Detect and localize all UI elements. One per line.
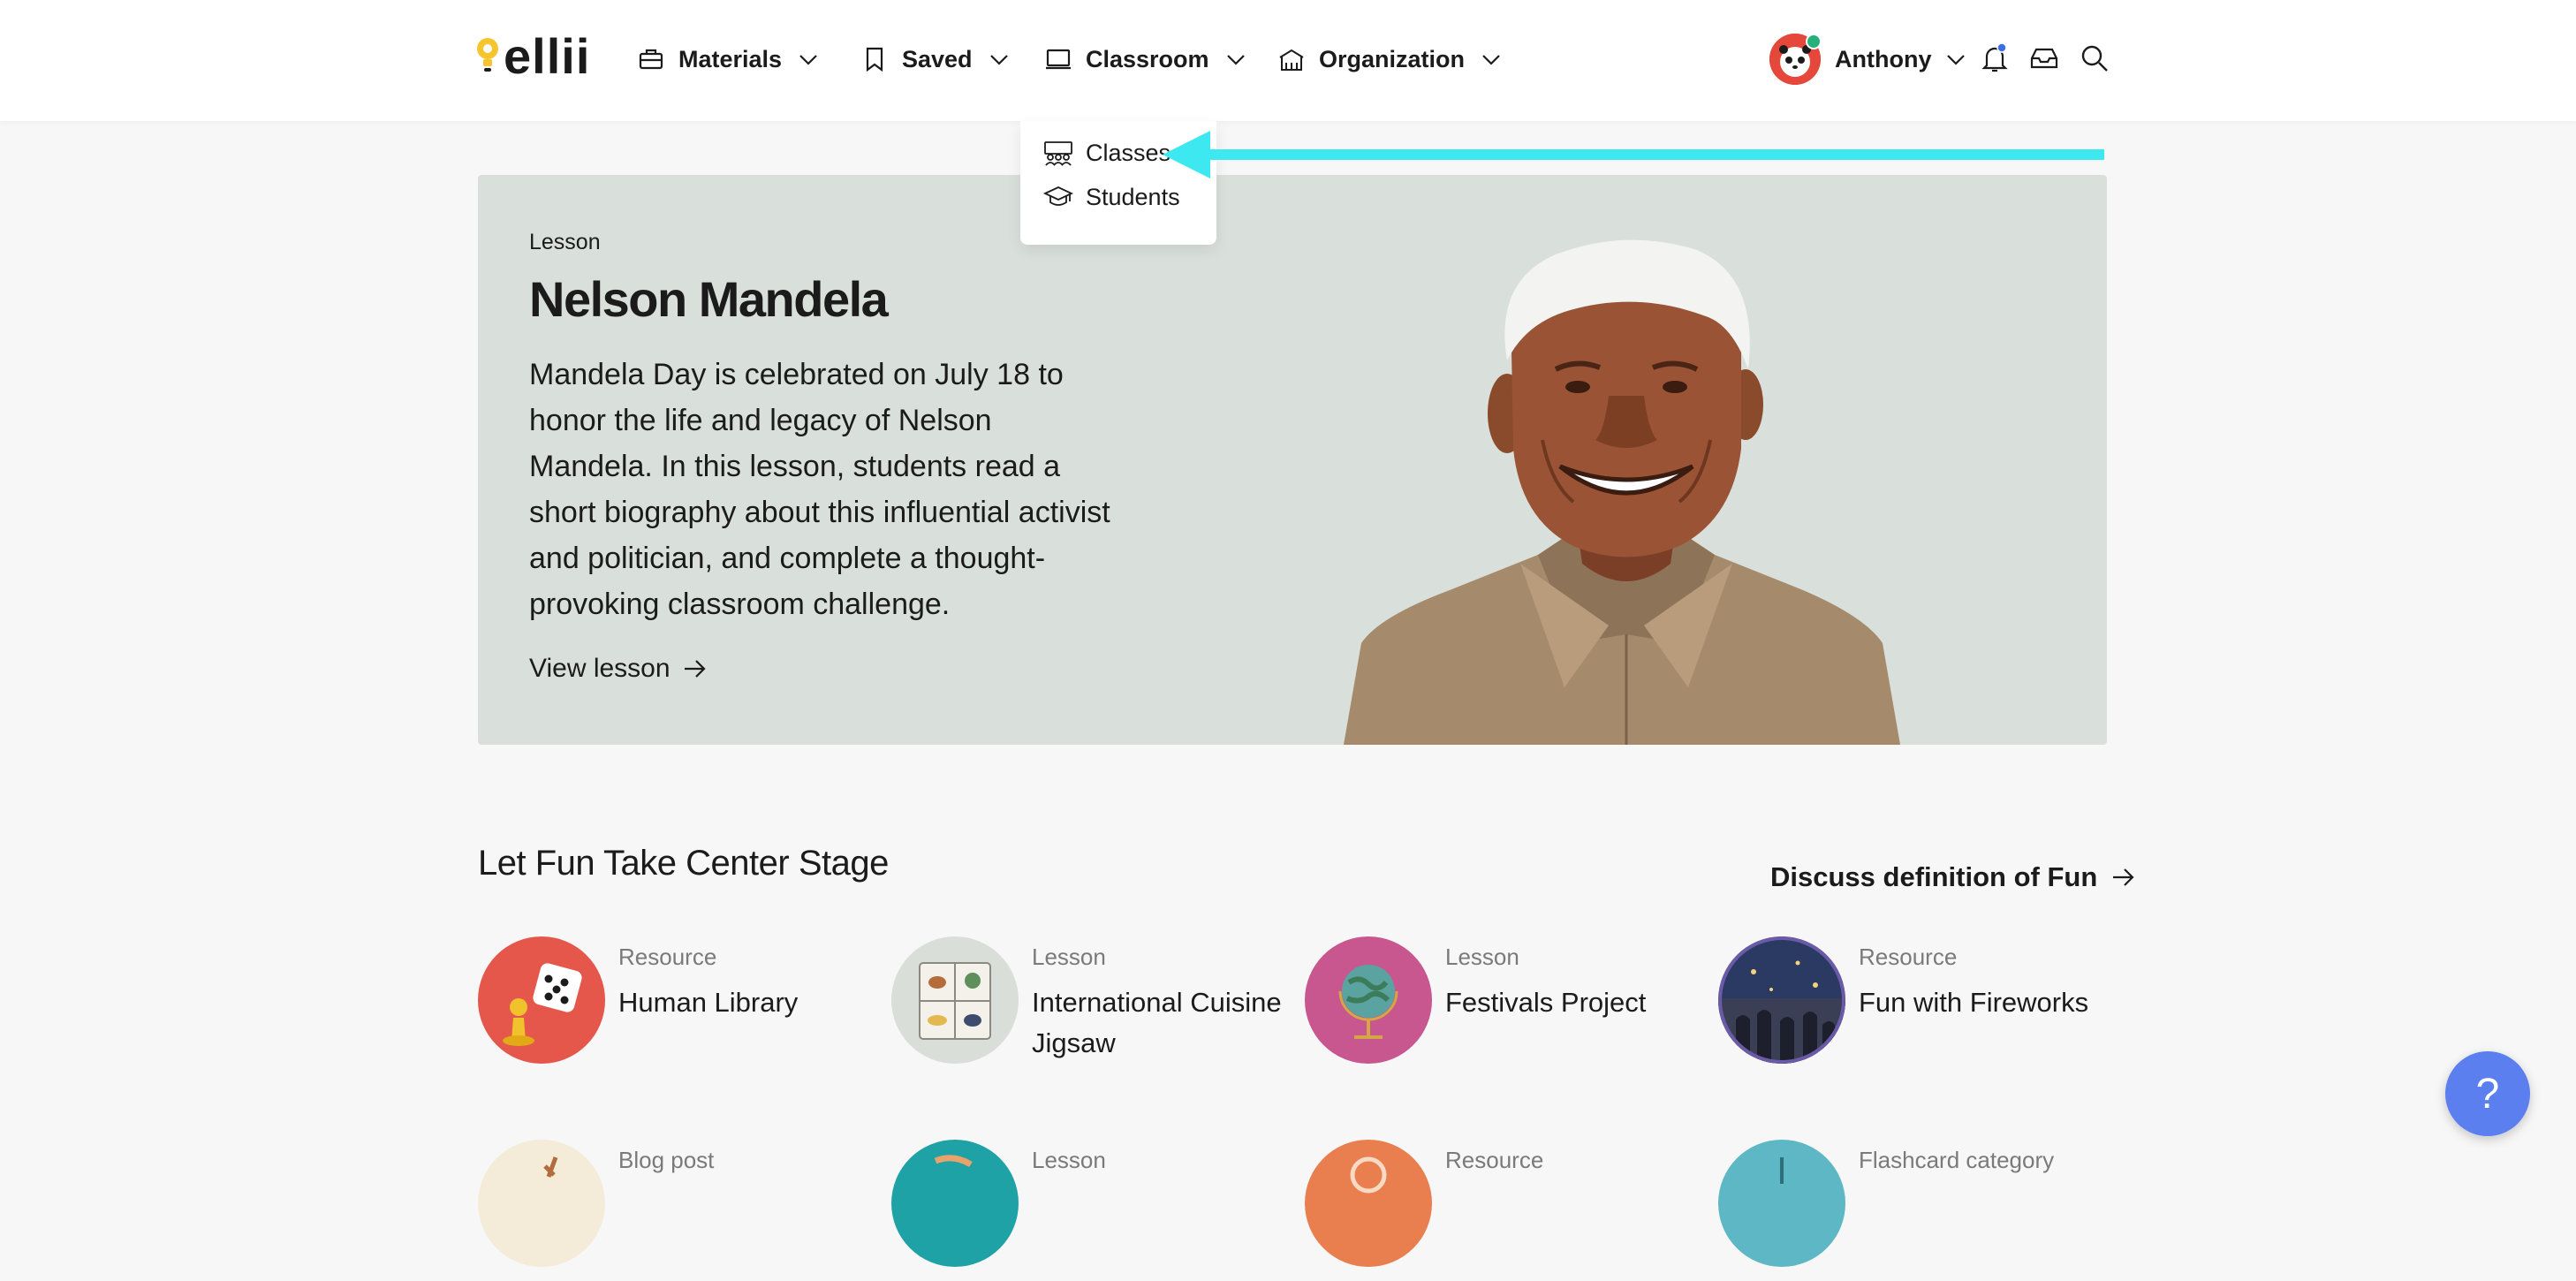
nav-organization-label: Organization <box>1319 45 1466 72</box>
card-type: Resource <box>1859 944 1958 970</box>
menu-item-classes[interactable]: Classes <box>1043 133 1171 172</box>
card-festivals-project[interactable]: Lesson Festivals Project <box>1305 936 1693 1078</box>
section-title: Let Fun Take Center Stage <box>478 844 889 883</box>
chevron-down-icon <box>1226 55 1245 65</box>
card-lesson[interactable]: Lesson <box>891 1140 1280 1281</box>
flashcard-category-thumbnail <box>1718 1140 1845 1267</box>
dice-game-thumbnail <box>478 936 605 1064</box>
inbox-icon[interactable] <box>2028 42 2060 74</box>
graduation-cap-icon <box>1043 186 1073 206</box>
ellii-logo[interactable]: ellii <box>475 32 590 81</box>
nav-organization[interactable]: Organization <box>1278 35 1502 83</box>
hero-description: Mandela Day is celebrated on July 18 to … <box>529 358 1110 621</box>
card-type: Lesson <box>1445 944 1519 970</box>
nav-materials-label: Materials <box>678 45 783 72</box>
help-button[interactable]: ? <box>2445 1051 2530 1136</box>
card-type: Resource <box>1445 1147 1544 1173</box>
nav-classroom-label: Classroom <box>1086 45 1209 72</box>
arrow-right-icon <box>684 660 706 678</box>
panda-avatar-icon <box>1769 34 1822 85</box>
card-title: International Cuisine Jigsaw <box>1032 987 1282 1058</box>
discuss-fun-label: Discuss definition of Fun <box>1770 861 2098 892</box>
card-human-library[interactable]: Resource Human Library <box>478 936 867 1078</box>
user-menu[interactable]: Anthony <box>1769 32 1966 87</box>
resource-thumbnail <box>1305 1140 1432 1267</box>
chalkboard-icon <box>1046 49 1071 70</box>
card-international-cuisine-jigsaw[interactable]: Lesson International Cuisine Jigsaw <box>891 936 1282 1078</box>
card-blog-post[interactable]: Blog post <box>478 1140 867 1281</box>
card-resource[interactable]: Resource <box>1305 1140 1693 1281</box>
card-type: Lesson <box>1032 1147 1106 1173</box>
nelson-mandela-illustration <box>1344 239 1900 745</box>
briefcase-icon <box>639 49 663 70</box>
chevron-down-icon <box>799 55 817 65</box>
card-type: Resource <box>618 944 717 970</box>
bell-icon[interactable] <box>1979 42 2011 74</box>
card-title: Human Library <box>618 987 799 1018</box>
avatar <box>1769 34 1822 85</box>
card-flashcard-category[interactable]: Flashcard category <box>1718 1140 2107 1281</box>
annotation-arrow <box>1163 131 2104 178</box>
nav-saved-label: Saved <box>902 45 973 72</box>
menu-item-students[interactable]: Students <box>1043 178 1180 216</box>
card-fun-with-fireworks[interactable]: Resource Fun with Fireworks <box>1718 936 2107 1078</box>
user-name: Anthony <box>1835 45 1932 72</box>
lesson-thumbnail <box>891 1140 1019 1267</box>
search-icon[interactable] <box>2079 42 2110 74</box>
lightbulb-icon <box>477 38 498 72</box>
hero-content-type: Lesson <box>529 230 601 254</box>
card-type: Flashcard category <box>1859 1147 2055 1173</box>
featured-lesson-banner: Lesson Nelson Mandela Mandela Day is cel… <box>478 175 2107 745</box>
bookmark-icon <box>866 47 883 72</box>
chevron-down-icon <box>1482 55 1500 65</box>
logo-text: ellii <box>504 28 591 84</box>
hero-title: Nelson Mandela <box>529 271 889 327</box>
chevron-down-icon <box>989 55 1008 65</box>
top-navbar: ellii Materials Saved Classroom Organiza… <box>0 0 2576 121</box>
chevron-down-icon <box>1947 55 1966 65</box>
fireworks-photo-thumbnail <box>1718 936 1845 1064</box>
discuss-fun-link[interactable]: Discuss definition of Fun <box>1770 861 2136 893</box>
school-building-icon <box>1279 49 1304 71</box>
blog-post-thumbnail <box>478 1140 605 1267</box>
menu-item-students-label: Students <box>1086 183 1180 210</box>
card-title: Fun with Fireworks <box>1859 987 2089 1018</box>
menu-item-classes-label: Classes <box>1086 139 1171 166</box>
nav-classroom[interactable]: Classroom <box>1045 35 1246 83</box>
nav-materials[interactable]: Materials <box>638 35 819 83</box>
jigsaw-food-thumbnail <box>891 936 1019 1064</box>
globe-thumbnail <box>1305 936 1432 1064</box>
card-type: Lesson <box>1032 944 1106 970</box>
classes-group-icon <box>1044 141 1072 166</box>
card-title: Festivals Project <box>1445 987 1647 1018</box>
view-lesson-link[interactable]: View lesson <box>529 654 708 684</box>
card-type: Blog post <box>618 1147 715 1173</box>
nav-saved[interactable]: Saved <box>861 35 1010 83</box>
view-lesson-label: View lesson <box>529 654 671 683</box>
arrow-right-icon <box>2113 868 2134 886</box>
